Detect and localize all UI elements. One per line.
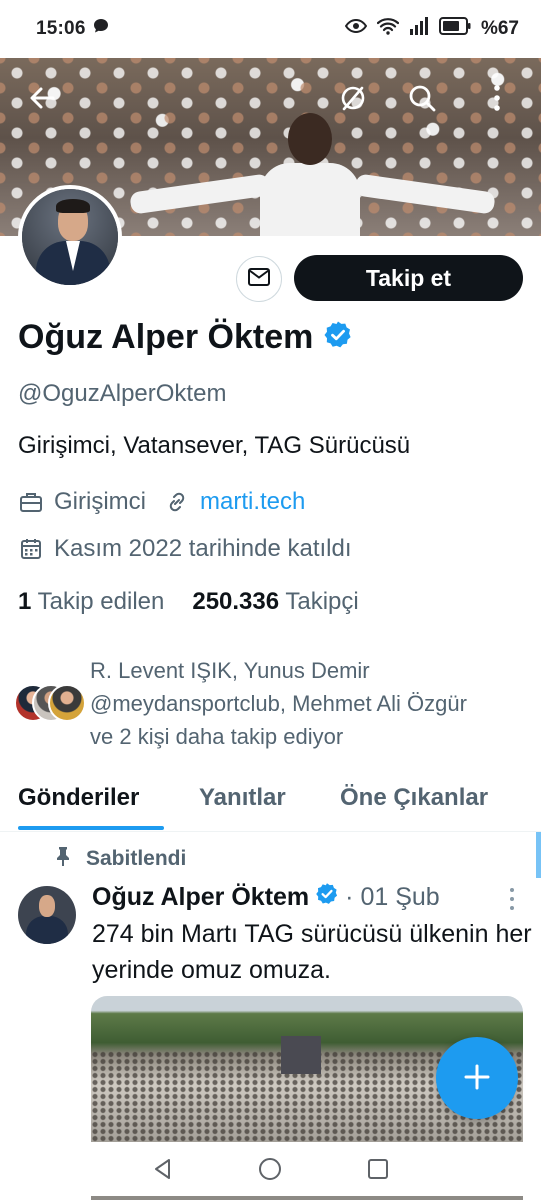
profile-joined-row: Kasım 2022 tarihinde katıldı — [18, 535, 352, 563]
follow-button[interactable]: Takip et — [294, 255, 523, 301]
post-author-name[interactable]: Oğuz Alper Öktem — [92, 883, 309, 912]
profile-bio: Girişimci, Vatansever, TAG Sürücüsü — [18, 432, 411, 459]
followers-stat[interactable]: 250.336 Takipçi — [192, 588, 358, 616]
tab-posts[interactable]: Gönderiler — [18, 784, 139, 812]
banner-figure — [129, 113, 496, 236]
chat-bubble-icon — [92, 17, 110, 41]
verified-badge-icon[interactable] — [323, 320, 353, 355]
signal-icon — [409, 17, 429, 41]
followers-you-know-avatars — [14, 683, 86, 724]
post-author-avatar[interactable] — [18, 886, 76, 944]
status-time: 15:06 — [36, 18, 86, 39]
following-label: Takip edilen — [37, 588, 165, 615]
link-icon — [164, 489, 190, 515]
compose-button[interactable] — [436, 1037, 518, 1119]
nav-back-icon[interactable] — [151, 1157, 175, 1186]
follow-stats: 1 Takip edilen 250.336 Takipçi — [18, 588, 359, 616]
profile-name-row: Oğuz Alper Öktem — [18, 318, 353, 357]
profile-meta-row: Girişimci marti.tech — [18, 488, 305, 516]
wifi-icon — [376, 17, 400, 41]
followers-you-know[interactable]: R. Levent IŞIK, Yunus Demir @meydansport… — [14, 654, 490, 753]
pinned-label-row: Sabitlendi — [54, 846, 186, 872]
tab-highlights[interactable]: Öne Çıkanlar — [340, 784, 488, 812]
followers-count: 250.336 — [192, 588, 280, 615]
pin-icon — [54, 846, 72, 872]
following-count: 1 — [18, 588, 32, 615]
profile-joined-date: Kasım 2022 tarihinde katıldı — [54, 535, 352, 562]
mute-icon[interactable] — [333, 78, 373, 118]
briefcase-icon — [18, 489, 44, 515]
scrollbar[interactable] — [536, 832, 541, 878]
profile-avatar[interactable] — [18, 185, 122, 289]
message-button[interactable] — [236, 256, 282, 302]
profile-occupation: Girişimci — [54, 488, 146, 515]
tab-replies[interactable]: Yanıtlar — [199, 784, 286, 812]
eye-icon — [344, 18, 368, 40]
pinned-label: Sabitlendi — [86, 847, 187, 870]
post-more-icon[interactable] — [505, 888, 519, 910]
profile-website-link[interactable]: marti.tech — [200, 488, 305, 516]
nav-recents-icon[interactable] — [366, 1157, 390, 1186]
battery-percent: %67 — [480, 18, 519, 39]
active-tab-indicator — [18, 826, 164, 830]
more-vert-icon[interactable] — [477, 78, 517, 118]
status-bar: 15:06 %67 — [0, 0, 541, 58]
next-post-image-edge — [91, 1196, 523, 1200]
followers-label: Takipçi — [285, 588, 359, 615]
post-text: 274 bin Martı TAG sürücüsü ülkenin her y… — [92, 920, 532, 984]
post-header: Oğuz Alper Öktem · 01 Şub — [92, 882, 440, 913]
verified-badge-icon — [315, 882, 339, 913]
system-nav-bar — [0, 1142, 541, 1200]
battery-icon — [438, 17, 471, 41]
calendar-icon — [18, 536, 44, 562]
profile-tabs: Gönderiler Yanıtlar Öne Çıkanlar — [0, 772, 541, 832]
post-date[interactable]: · 01 Şub — [345, 883, 440, 912]
profile-handle: @OguzAlperOktem — [18, 380, 227, 407]
compose-plus-icon — [462, 1053, 492, 1103]
following-stat[interactable]: 1 Takip edilen — [18, 588, 164, 616]
back-arrow-icon[interactable] — [22, 78, 62, 118]
search-icon[interactable] — [402, 78, 442, 118]
mail-icon — [247, 267, 271, 292]
followers-you-know-text: R. Levent IŞIK, Yunus Demir @meydansport… — [90, 658, 467, 749]
nav-home-icon[interactable] — [257, 1156, 283, 1187]
mini-avatar — [48, 683, 86, 722]
profile-name: Oğuz Alper Öktem — [18, 318, 314, 356]
